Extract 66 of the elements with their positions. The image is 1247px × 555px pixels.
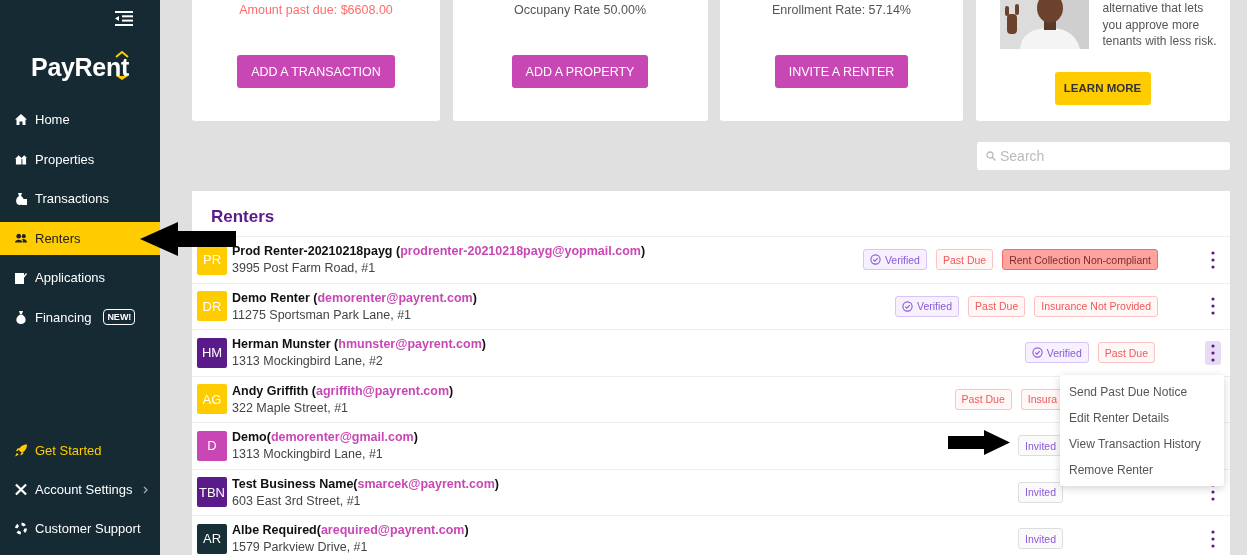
status-badge: Insura <box>1020 388 1063 410</box>
avatar: AR <box>197 523 227 554</box>
nav-item[interactable]: Properties <box>0 142 160 176</box>
email-link[interactable]: smarcek@payrent.com <box>357 476 495 491</box>
renter-name: Prod Renter-20210218payg (prodrenter-20210218payg@yopmail.com) <box>232 244 646 259</box>
action-button[interactable]: ADD A TRANSACTION <box>237 55 395 88</box>
nav-item[interactable]: Renters <box>0 221 160 255</box>
status-badge: Insurance Not Provided <box>1034 295 1158 317</box>
renter-name: Albe Required(arequired@payrent.com) <box>232 523 469 538</box>
renter-name: Demo(demorenter@gmail.com) <box>232 430 418 445</box>
action-button[interactable]: ADD A PROPERTY <box>511 55 649 88</box>
nav-item[interactable]: Financing NEW! <box>0 300 160 334</box>
status-badge: Invited <box>1018 481 1063 503</box>
status-badge: Past Due <box>1097 342 1155 364</box>
email-link[interactable]: hmunster@payrent.com <box>338 337 482 352</box>
nav-item[interactable]: Home <box>0 103 160 136</box>
avatar: DR <box>197 291 227 322</box>
renter-address: 1579 Parkview Drive, #1 <box>232 540 368 555</box>
avatar: TBN <box>197 477 227 508</box>
renter-name: Andy Griffith (agriffith@payrent.com) <box>232 383 454 398</box>
new-badge: NEW! <box>103 309 136 325</box>
promo-text: you approve more <box>1102 16 1201 33</box>
renter-address: 322 Maple Street, #1 <box>232 400 349 415</box>
nav-item[interactable]: Applications <box>0 261 160 294</box>
menu-item[interactable]: Send Past Due Notice <box>1060 379 1224 405</box>
status-badge: Invited <box>1018 435 1063 457</box>
renter-address: 3995 Post Farm Road, #1 <box>232 261 376 276</box>
email-link[interactable]: arequired@payrent.com <box>320 523 465 538</box>
status-badge: Rent Collection Non-compliant <box>1002 249 1158 271</box>
nav-item[interactable]: Account Settings <box>0 473 160 506</box>
nav-item[interactable]: Transactions <box>0 182 160 215</box>
renter-address: 11275 Sportsman Park Lane, #1 <box>232 307 412 322</box>
renter-name: Herman Munster (hmunster@payrent.com) <box>232 337 486 352</box>
menu-item[interactable]: Edit Renter Details <box>1060 405 1224 431</box>
verified-badge: Verified <box>895 295 960 317</box>
menu-item[interactable]: Remove Renter <box>1060 457 1224 483</box>
email-link[interactable]: agriffith@payrent.com <box>316 383 450 398</box>
action-button[interactable]: INVITE A RENTER <box>774 55 909 88</box>
status-badge: Past Due <box>968 295 1026 317</box>
menu-item[interactable]: View Transaction History <box>1060 431 1224 457</box>
avatar: HM <box>197 337 227 368</box>
stat-text: Enrollment Rate: 57.14% <box>772 3 911 17</box>
verified-badge: Verified <box>862 249 927 271</box>
section-title: Renters <box>211 207 276 227</box>
nav-item[interactable]: Customer Support <box>0 512 160 545</box>
stat-text: Occupany Rate 50.00% <box>514 3 646 17</box>
status-badge: Past Due <box>935 249 994 271</box>
verified-badge: Verified <box>1024 342 1089 364</box>
renter-name: Demo Renter (demorenter@payrent.com) <box>232 290 477 305</box>
promo-text: tenants with less risk. <box>1102 33 1217 50</box>
status-badge: Past Due <box>954 388 1012 410</box>
nav-item[interactable]: Get Started <box>0 434 160 467</box>
stat-text: Amount past due: $6608.00 <box>239 3 393 17</box>
email-link[interactable]: demorenter@gmail.com <box>270 430 414 445</box>
logo[interactable]: PayRent <box>31 51 129 83</box>
avatar: D <box>197 430 227 461</box>
promo-text: alternative that lets <box>1102 0 1205 17</box>
email-link[interactable]: demorenter@payrent.com <box>317 290 473 305</box>
renter-name: Test Business Name(smarcek@payrent.com) <box>232 476 499 491</box>
learn-more-button[interactable]: LEARN MORE <box>1054 71 1151 105</box>
renter-address: 1313 Mockingbird Lane, #1 <box>232 447 383 462</box>
renter-address: 603 East 3rd Street, #1 <box>232 493 361 508</box>
status-badge: Invited <box>1018 528 1063 550</box>
renter-address: 1313 Mockingbird Lane, #2 <box>232 354 383 369</box>
avatar: AG <box>197 384 227 415</box>
email-link[interactable]: prodrenter-20210218payg@yopmail.com <box>400 244 641 259</box>
